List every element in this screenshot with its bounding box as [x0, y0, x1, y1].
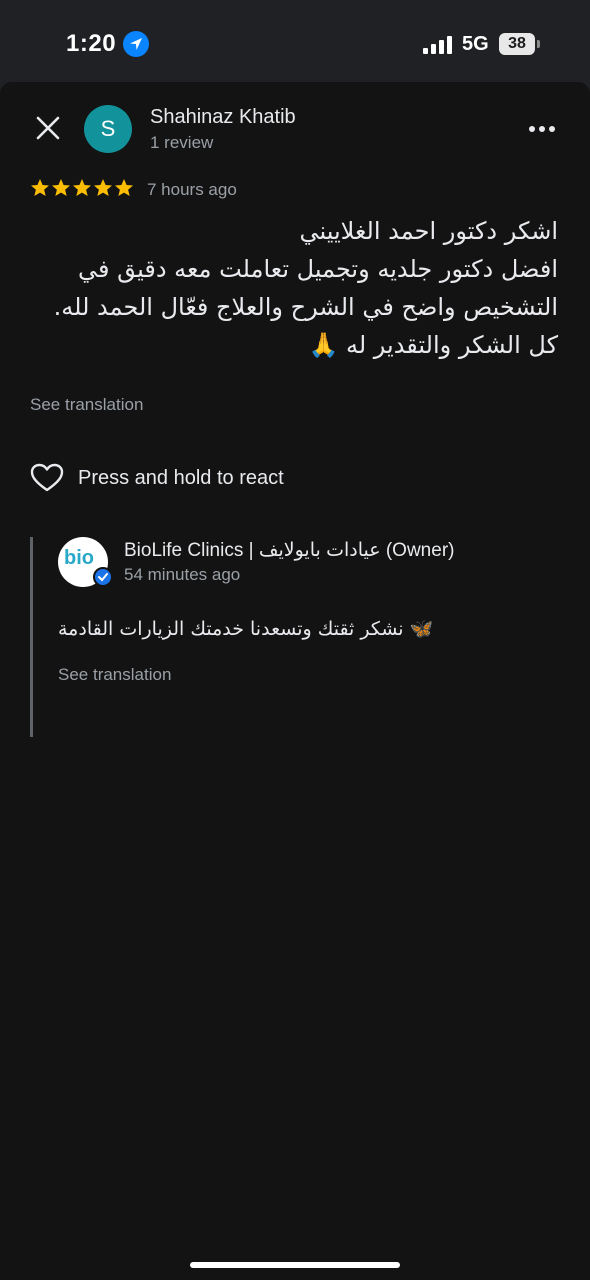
signal-icon	[423, 34, 453, 54]
star-icon	[73, 179, 91, 196]
star-rating	[30, 178, 134, 202]
owner-name[interactable]: BioLife Clinics | عيادات بايولايف (Owner…	[124, 539, 454, 562]
battery-level: 38	[508, 35, 526, 52]
owner-logo-text: bio	[64, 547, 94, 569]
owner-reply-text: نشكر ثقتك وتسعدنا خدمتك الزيارات القادمة…	[58, 618, 434, 640]
see-translation-link[interactable]: See translation	[30, 395, 143, 415]
review-line: اشكر دكتور احمد الغلاييني	[299, 217, 558, 245]
review-time: 7 hours ago	[147, 180, 237, 199]
reviewer-avatar[interactable]: S	[84, 105, 132, 153]
reviewer-name[interactable]: Shahinaz Khatib	[150, 106, 296, 129]
battery-icon: 38	[499, 33, 535, 55]
star-icon	[31, 179, 49, 196]
review-line: افضل دكتور جلديه وتجميل تعاملت معه دقيق …	[78, 255, 558, 283]
review-line: كل الشكر والتقدير له 🙏	[308, 331, 558, 359]
status-time: 1:20	[66, 30, 117, 57]
reviewer-review-count: 1 review	[150, 133, 214, 152]
owner-see-translation-link[interactable]: See translation	[58, 665, 171, 685]
react-label: Press and hold to react	[78, 466, 284, 489]
owner-reply-time: 54 minutes ago	[124, 565, 241, 584]
review-sheet: S Shahinaz Khatib 1 review 7 hours ago ا…	[0, 82, 590, 1280]
owner-reply: bio BioLife Clinics | عيادات بايولايف (O…	[30, 537, 560, 737]
verified-badge-icon	[93, 567, 113, 587]
review-line: التشخيص واضح في الشرح والعلاج فعّال الحم…	[53, 293, 558, 321]
react-button[interactable]: Press and hold to react	[30, 460, 284, 496]
status-bar: 1:20 5G 38	[0, 0, 590, 82]
location-arrow-icon	[123, 31, 149, 57]
star-icon	[52, 179, 70, 196]
home-indicator	[190, 1262, 400, 1268]
review-text: اشكر دكتور احمد الغلاييني افضل دكتور جلد…	[28, 212, 558, 364]
close-button[interactable]	[32, 112, 64, 144]
network-label: 5G	[462, 33, 489, 55]
battery-nub	[537, 40, 540, 48]
close-icon	[36, 116, 60, 140]
more-options-icon[interactable]	[524, 118, 560, 138]
star-icon	[94, 179, 112, 196]
star-icon	[115, 179, 133, 196]
heart-icon	[30, 463, 64, 492]
